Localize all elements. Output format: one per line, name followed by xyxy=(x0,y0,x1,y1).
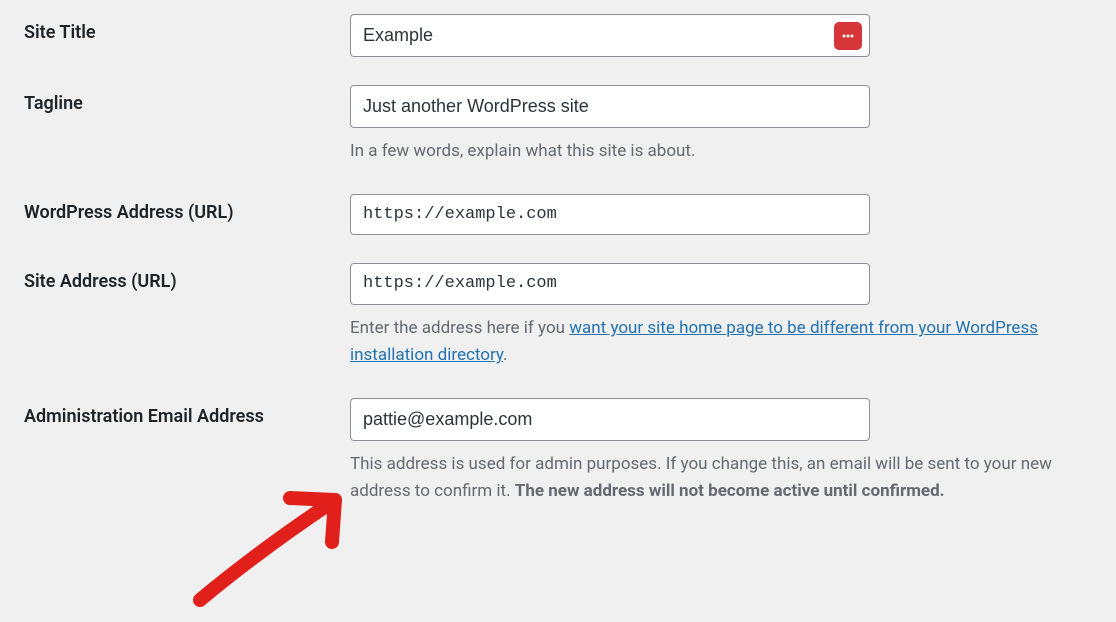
admin-email-input[interactable] xyxy=(350,398,870,441)
label-wp-address: WordPress Address (URL) xyxy=(0,180,350,245)
site-title-input-wrap xyxy=(350,14,870,57)
admin-email-description: This address is used for admin purposes.… xyxy=(350,451,1090,505)
label-site-address: Site Address (URL) xyxy=(0,249,350,314)
field-admin-email: This address is used for admin purposes.… xyxy=(350,384,1116,520)
tagline-description: In a few words, explain what this site i… xyxy=(350,138,1090,165)
field-tagline: In a few words, explain what this site i… xyxy=(350,71,1116,179)
row-admin-email: Administration Email Address This addres… xyxy=(0,384,1116,520)
label-site-title: Site Title xyxy=(0,0,350,65)
tagline-input[interactable] xyxy=(350,85,870,128)
site-address-description: Enter the address here if you want your … xyxy=(350,315,1090,369)
admin-email-desc-strong: The new address will not become active u… xyxy=(515,481,945,501)
site-title-input[interactable] xyxy=(350,14,870,57)
row-wp-address: WordPress Address (URL) xyxy=(0,180,1116,250)
label-admin-email: Administration Email Address xyxy=(0,384,350,449)
field-wp-address xyxy=(350,180,1116,250)
field-site-title xyxy=(350,0,1116,71)
row-site-address: Site Address (URL) Enter the address her… xyxy=(0,249,1116,383)
row-tagline: Tagline In a few words, explain what thi… xyxy=(0,71,1116,179)
row-site-title: Site Title xyxy=(0,0,1116,71)
site-address-desc-prefix: Enter the address here if you xyxy=(350,318,569,338)
site-address-input[interactable] xyxy=(350,263,870,305)
password-manager-icon[interactable] xyxy=(834,22,862,50)
settings-form: Site Title Tagline In a few words, expla… xyxy=(0,0,1116,519)
site-address-desc-suffix: . xyxy=(503,345,507,365)
wp-address-input[interactable] xyxy=(350,194,870,236)
field-site-address: Enter the address here if you want your … xyxy=(350,249,1116,383)
label-tagline: Tagline xyxy=(0,71,350,136)
